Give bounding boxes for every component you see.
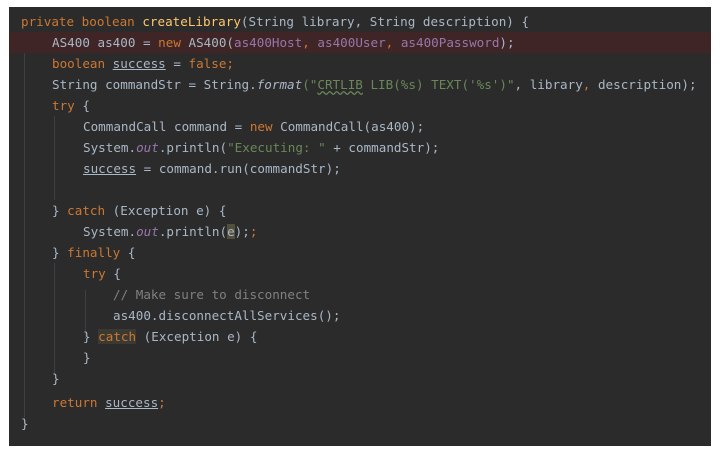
code-line[interactable]: } bbox=[9, 368, 711, 389]
code-token: } bbox=[83, 329, 99, 344]
keyword-token: return bbox=[52, 395, 98, 410]
method-token: format bbox=[256, 77, 303, 92]
code-token: AS400( bbox=[180, 35, 234, 50]
field-token: as400Host bbox=[233, 35, 303, 50]
code-line[interactable]: } finally { bbox=[9, 242, 711, 263]
code-token: .println( bbox=[158, 140, 228, 155]
code-token: AS400 as400 = bbox=[52, 35, 159, 50]
caret-highlight: e bbox=[227, 224, 235, 239]
code-line[interactable]: } bbox=[9, 413, 711, 434]
keyword-token: finally bbox=[67, 245, 121, 260]
code-token: } bbox=[52, 245, 68, 260]
keyword-token: catch bbox=[67, 203, 106, 218]
code-token: as400.disconnectAllServices(); bbox=[113, 308, 341, 323]
code-token: , library bbox=[514, 77, 583, 92]
code-line[interactable]: return success; bbox=[9, 392, 711, 413]
punct-token: ; bbox=[226, 56, 235, 71]
string-token: "Executing: " bbox=[227, 140, 326, 155]
code-token: (" bbox=[302, 77, 318, 92]
code-line[interactable]: success = command.run(commandStr); bbox=[9, 158, 711, 179]
code-token: description); bbox=[590, 77, 697, 92]
code-line[interactable]: // Make sure to disconnect bbox=[9, 284, 711, 305]
variable-token: success bbox=[83, 161, 137, 176]
code-line[interactable]: as400.disconnectAllServices(); bbox=[9, 305, 711, 326]
code-token: } bbox=[21, 416, 29, 431]
keyword-token: boolean bbox=[52, 56, 106, 71]
field-token: as400Password bbox=[400, 35, 500, 50]
code-token: = command.run(commandStr); bbox=[136, 161, 341, 176]
field-token: out bbox=[136, 140, 159, 155]
field-token: out bbox=[136, 224, 159, 239]
code-token: CommandCall command = bbox=[83, 119, 250, 134]
code-token: (Exception e) { bbox=[105, 203, 227, 218]
code-line[interactable]: } bbox=[9, 347, 711, 368]
code-line[interactable]: boolean success = false; bbox=[9, 53, 711, 74]
variable-token: success bbox=[112, 56, 166, 71]
code-token: String commandStr = String. bbox=[52, 77, 257, 92]
code-line[interactable]: System.out.println(e);; bbox=[9, 221, 711, 242]
keyword-token: new bbox=[249, 119, 273, 134]
string-token: LIB(%s) TEXT('%s')" bbox=[362, 77, 515, 92]
code-editor[interactable]: private boolean createLibrary(String lib… bbox=[9, 7, 711, 446]
code-token: } bbox=[52, 371, 60, 386]
keyword-token: new bbox=[158, 35, 181, 50]
method-name-token: createLibrary bbox=[142, 14, 241, 29]
string-token: CRTLIB bbox=[317, 77, 363, 92]
code-line[interactable]: String commandStr = String.format("CRTLI… bbox=[9, 74, 711, 95]
keyword-token: try bbox=[52, 98, 75, 113]
keyword-token: catch bbox=[98, 329, 137, 344]
code-line-error[interactable]: AS400 as400 = new AS400(as400Host, as400… bbox=[9, 32, 711, 53]
code-line[interactable]: try { bbox=[9, 95, 711, 116]
code-token: System. bbox=[83, 140, 137, 155]
code-line[interactable]: System.out.println("Executing: " + comma… bbox=[9, 137, 711, 158]
punct-token: ; bbox=[249, 224, 258, 239]
code-token: CommandCall(as400); bbox=[272, 119, 425, 134]
keyword-token: private boolean bbox=[21, 14, 135, 29]
field-token: as400User bbox=[317, 35, 386, 50]
punct-token: , bbox=[302, 35, 318, 50]
code-token: { bbox=[74, 98, 90, 113]
code-line[interactable]: } catch (Exception e) { bbox=[9, 200, 711, 221]
code-line[interactable]: private boolean createLibrary(String lib… bbox=[9, 11, 711, 32]
code-token: System. bbox=[83, 224, 137, 239]
variable-token: success bbox=[105, 395, 159, 410]
code-token: { bbox=[105, 266, 121, 281]
code-token: ); bbox=[234, 224, 250, 239]
code-token: + commandStr); bbox=[325, 140, 440, 155]
code-token: (String library, String description) { bbox=[240, 14, 530, 29]
code-token: ); bbox=[499, 35, 515, 50]
code-token: = bbox=[165, 56, 189, 71]
comment-token: // Make sure to disconnect bbox=[113, 287, 311, 302]
code-line[interactable]: try { bbox=[9, 263, 711, 284]
punct-token: , bbox=[385, 35, 401, 50]
keyword-token: false bbox=[188, 56, 227, 71]
code-line[interactable]: CommandCall command = new CommandCall(as… bbox=[9, 116, 711, 137]
code-token: } bbox=[83, 350, 91, 365]
keyword-token: try bbox=[83, 266, 106, 281]
code-token: { bbox=[120, 245, 136, 260]
code-token: } bbox=[52, 203, 68, 218]
code-token: .println( bbox=[158, 224, 228, 239]
punct-token: ; bbox=[158, 395, 166, 410]
code-line[interactable]: } catch (Exception e) { bbox=[9, 326, 711, 347]
code-token: (Exception e) { bbox=[136, 329, 258, 344]
